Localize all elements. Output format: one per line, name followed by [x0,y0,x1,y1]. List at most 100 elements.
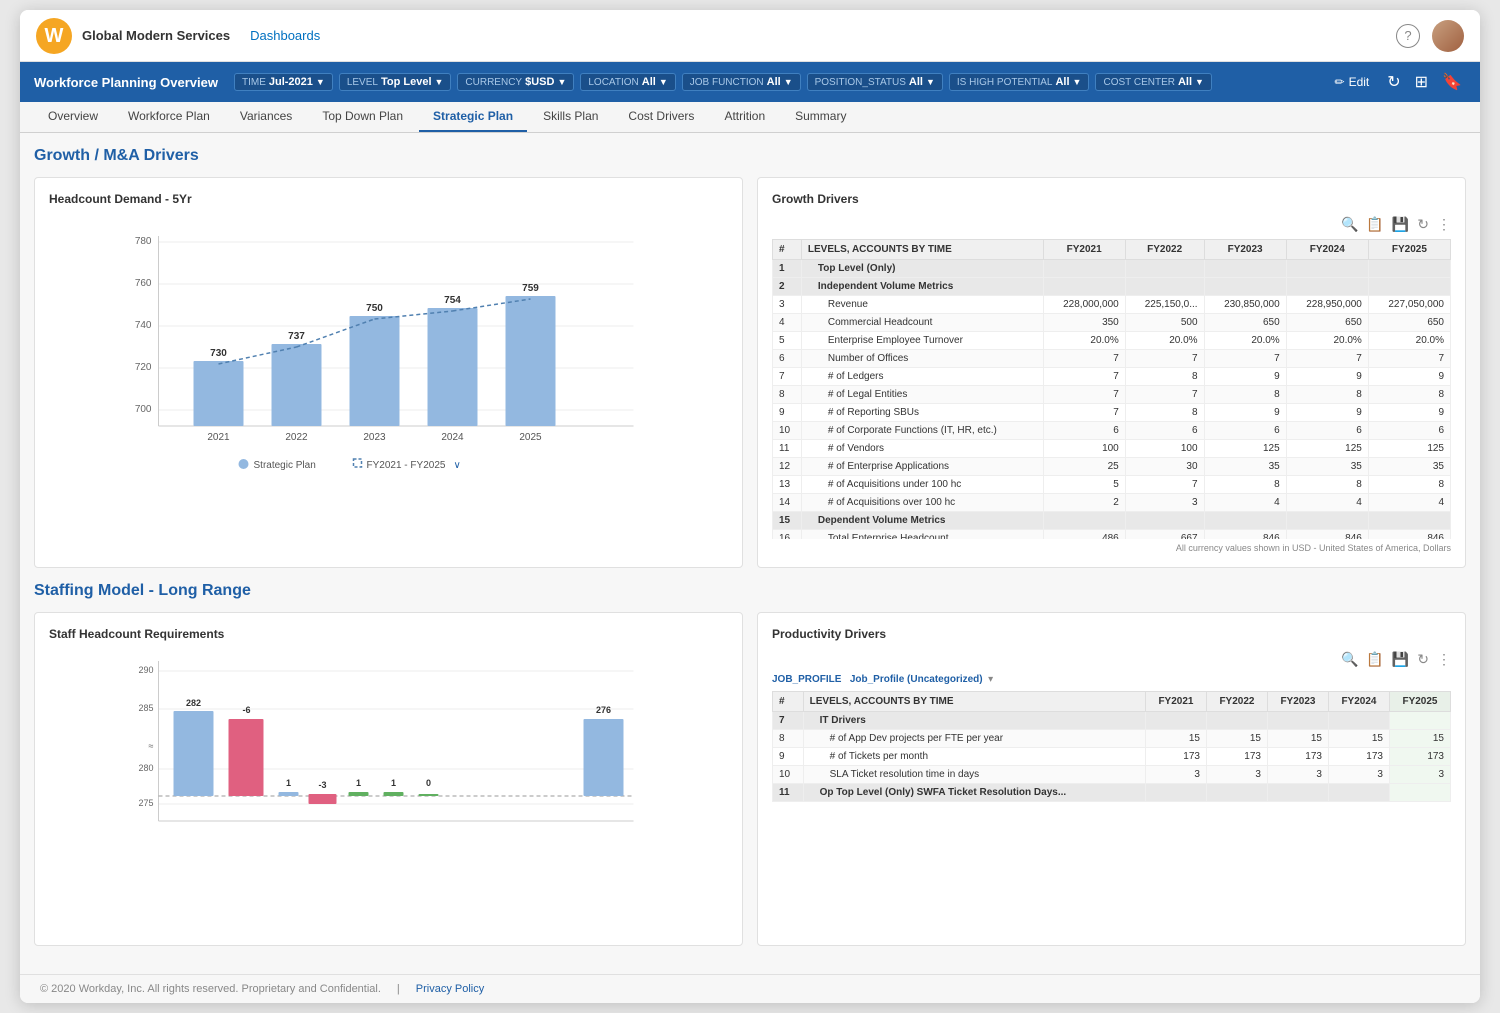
company-name: Global Modern Services [82,28,230,43]
table-row: 11Op Top Level (Only) SWFA Ticket Resolu… [773,784,1451,802]
col-fy2021: FY2021 [1043,240,1125,260]
prod-search-icon-btn[interactable]: 🔍 [1341,651,1358,668]
table-row: 10# of Corporate Functions (IT, HR, etc.… [773,422,1451,440]
table-row: 7IT Drivers [773,712,1451,730]
svg-text:-6: -6 [242,705,250,715]
top-bar: W Global Modern Services Dashboards ? [20,10,1480,62]
svg-text:754: 754 [444,295,461,306]
job-profile-value: Job_Profile (Uncategorized) [850,674,983,685]
filter-level[interactable]: LEVEL Top Level ▼ [339,73,452,91]
table-row: 7# of Ledgers78999 [773,368,1451,386]
svg-text:2022: 2022 [285,432,308,443]
growth-section-title: Growth / M&A Drivers [34,147,1466,165]
filter-currency[interactable]: CURRENCY $USD ▼ [457,73,574,91]
tab-skills-plan[interactable]: Skills Plan [529,102,612,132]
svg-text:720: 720 [135,362,152,373]
svg-text:275: 275 [138,798,153,808]
col-fy2024: FY2024 [1286,240,1368,260]
productivity-toolbar: 🔍 📋 💾 ↻ ⋮ [772,651,1451,668]
tab-attrition[interactable]: Attrition [710,102,779,132]
prod-export-icon-btn[interactable]: 📋 [1366,651,1383,668]
table-row: 2Independent Volume Metrics [773,278,1451,296]
bookmark-button[interactable]: 🔖 [1438,70,1466,94]
svg-text:285: 285 [138,703,153,713]
filter-positionstatus[interactable]: POSITION_STATUS All ▼ [807,73,943,91]
filter-jobfunction[interactable]: JOB FUNCTION All ▼ [682,73,801,91]
filter-costcenter[interactable]: COST CENTER All ▼ [1095,73,1211,91]
search-icon-btn[interactable]: 🔍 [1341,216,1358,233]
filter-highpotential[interactable]: IS HIGH POTENTIAL All ▼ [949,73,1090,91]
tabs-bar: Overview Workforce Plan Variances Top Do… [20,102,1480,133]
svg-text:1: 1 [356,778,361,788]
svg-text:740: 740 [135,320,152,331]
help-icon[interactable]: ? [1396,24,1420,48]
svg-text:759: 759 [522,283,539,294]
svg-text:-3: -3 [318,780,326,790]
footer: © 2020 Workday, Inc. All rights reserved… [20,974,1480,1003]
privacy-policy-link[interactable]: Privacy Policy [416,983,484,995]
table-row: 1Top Level (Only) [773,260,1451,278]
tab-cost-drivers[interactable]: Cost Drivers [614,102,708,132]
prod-download-icon-btn[interactable]: 💾 [1392,651,1409,668]
page-title: Workforce Planning Overview [34,75,218,90]
staffing-card: Staff Headcount Requirements 290 285 ≈ 2… [34,612,743,946]
productivity-table-scroll[interactable]: # LEVELS, ACCOUNTS BY TIME FY2021 FY2022… [772,691,1451,802]
tab-workforce-plan[interactable]: Workforce Plan [114,102,224,132]
tab-overview[interactable]: Overview [34,102,112,132]
svg-text:280: 280 [138,763,153,773]
svg-text:∨: ∨ [454,460,461,471]
growth-drivers-toolbar: 🔍 📋 💾 ↻ ⋮ [772,216,1451,233]
growth-drivers-title: Growth Drivers [772,192,1451,206]
col-levels: LEVELS, ACCOUNTS BY TIME [801,240,1043,260]
svg-text:2025: 2025 [519,432,542,443]
table-row: 12# of Enterprise Applications2530353535 [773,458,1451,476]
staffing-row: Staff Headcount Requirements 290 285 ≈ 2… [34,612,1466,946]
headcount-chart-title: Headcount Demand - 5Yr [49,192,728,206]
prod-col-fy2023: FY2023 [1267,692,1328,712]
footer-divider: | [397,983,400,995]
tab-top-down-plan[interactable]: Top Down Plan [308,102,417,132]
tab-summary[interactable]: Summary [781,102,860,132]
edit-button[interactable]: ✏ Edit [1327,73,1378,91]
refresh-button[interactable]: ↻ [1383,70,1404,94]
prod-more-icon-btn[interactable]: ⋮ [1437,651,1451,668]
more-icon-btn[interactable]: ⋮ [1437,216,1451,233]
table-row: 10SLA Ticket resolution time in days3333… [773,766,1451,784]
bar-2025 [506,296,556,426]
filter-time[interactable]: TIME Jul-2021 ▼ [234,73,333,91]
headcount-card: Headcount Demand - 5Yr 780 760 740 720 7… [34,177,743,568]
col-num: # [773,240,802,260]
refresh-icon-btn[interactable]: ↻ [1417,216,1429,233]
user-avatar[interactable] [1432,20,1464,52]
svg-text:276: 276 [596,705,611,715]
staffing-section-title: Staffing Model - Long Range [34,582,1466,600]
prod-col-num: # [773,692,804,712]
logo-area: W Global Modern Services Dashboards [36,18,320,54]
growth-drivers-table: # LEVELS, ACCOUNTS BY TIME FY2021 FY2022… [772,239,1451,539]
dashboards-link[interactable]: Dashboards [250,28,320,43]
filter-location[interactable]: LOCATION All ▼ [580,73,675,91]
svg-text:≈: ≈ [149,741,154,751]
grid-button[interactable]: ⊞ [1411,70,1432,94]
prod-refresh-icon-btn[interactable]: ↻ [1417,651,1429,668]
tab-strategic-plan[interactable]: Strategic Plan [419,102,527,132]
workday-logo: W [36,18,72,54]
col-fy2023: FY2023 [1204,240,1286,260]
growth-row: Headcount Demand - 5Yr 780 760 740 720 7… [34,177,1466,568]
export-icon-btn[interactable]: 📋 [1366,216,1383,233]
svg-text:737: 737 [288,331,305,342]
download-icon-btn[interactable]: 💾 [1392,216,1409,233]
col-fy2025: FY2025 [1368,240,1450,260]
svg-text:282: 282 [186,698,201,708]
svg-text:2024: 2024 [441,432,464,443]
productivity-table: # LEVELS, ACCOUNTS BY TIME FY2021 FY2022… [772,691,1451,802]
svg-text:1: 1 [391,778,396,788]
top-bar-right: ? [1396,20,1464,52]
table-row: 6Number of Offices77777 [773,350,1451,368]
growth-drivers-table-scroll[interactable]: # LEVELS, ACCOUNTS BY TIME FY2021 FY2022… [772,239,1451,539]
prod-col-fy2024: FY2024 [1328,692,1389,712]
svg-text:750: 750 [366,303,383,314]
footer-copyright: © 2020 Workday, Inc. All rights reserved… [40,983,381,995]
tab-variances[interactable]: Variances [226,102,306,132]
table-row: 13# of Acquisitions under 100 hc57888 [773,476,1451,494]
